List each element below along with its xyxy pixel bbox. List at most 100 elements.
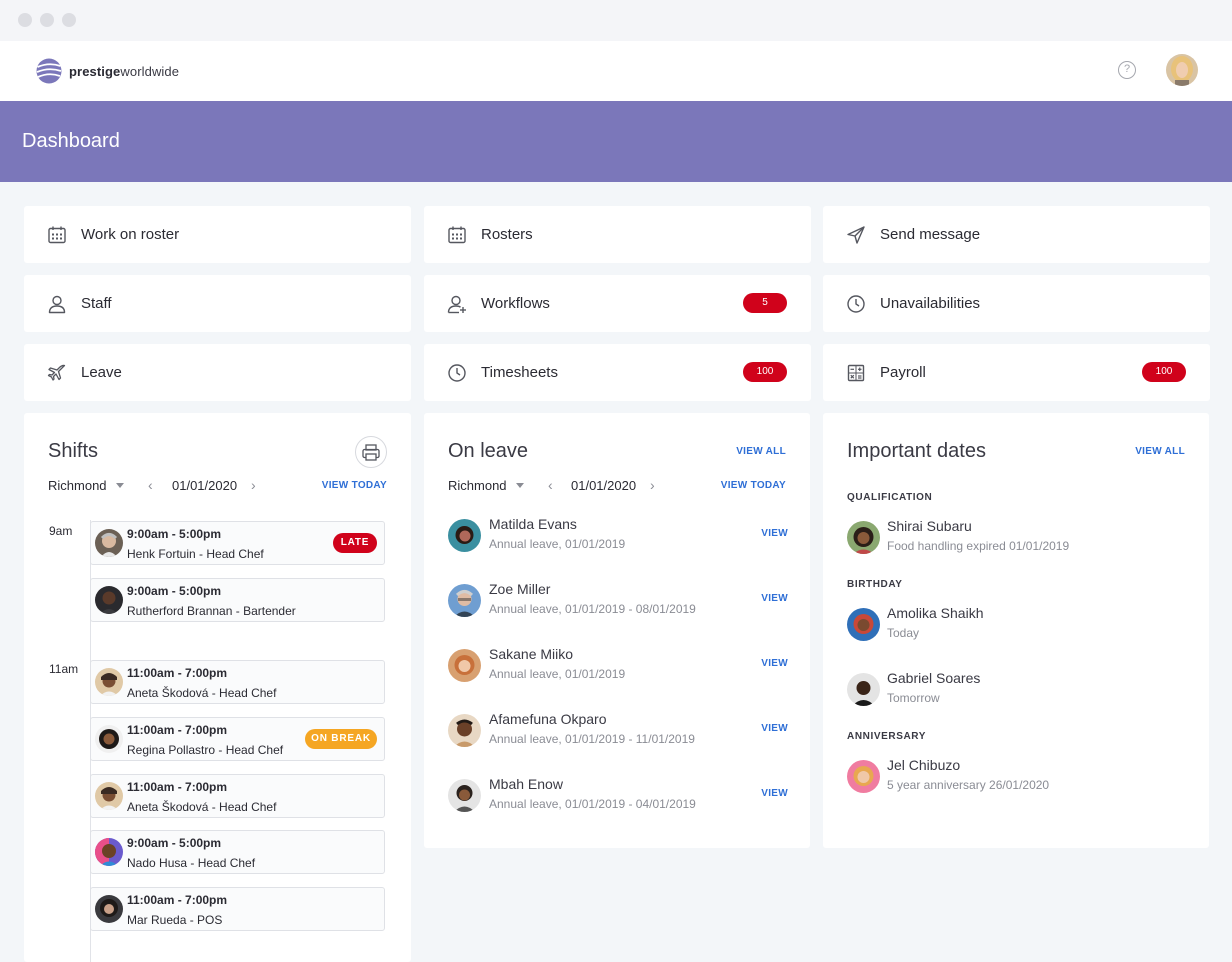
tile-unavailabilities[interactable]: Unavailabilities xyxy=(823,275,1210,332)
shift-card[interactable]: 9:00am - 5:00pm Rutherford Brannan - Bar… xyxy=(90,578,385,622)
avatar xyxy=(448,584,481,617)
list-item[interactable]: Amolika Shaikh Today xyxy=(847,605,1187,645)
employee-name: Afamefuna Okparo xyxy=(489,711,607,727)
tile-send-message[interactable]: Send message xyxy=(823,206,1210,263)
event-detail: Food handling expired 01/01/2019 xyxy=(887,539,1070,553)
leave-detail: Annual leave, 01/01/2019 - 04/01/2019 xyxy=(489,797,696,811)
brand-logo[interactable]: prestigeworldwide xyxy=(36,57,179,85)
person-name: Gabriel Soares xyxy=(887,670,981,686)
avatar xyxy=(847,608,880,641)
shift-employee: Nado Husa - Head Chef xyxy=(127,856,256,870)
tile-label: Rosters xyxy=(481,226,533,243)
location-select[interactable]: Richmond xyxy=(48,478,124,493)
shift-employee: Mar Rueda - POS xyxy=(127,913,223,927)
tile-label: Leave xyxy=(81,364,122,381)
tile-label: Work on roster xyxy=(81,226,180,243)
shift-card[interactable]: 11:00am - 7:00pm Mar Rueda - POS xyxy=(90,887,385,931)
view-link[interactable]: VIEW xyxy=(761,593,788,604)
shift-card[interactable]: 11:00am - 7:00pm Aneta Škodová - Head Ch… xyxy=(90,774,385,818)
on-leave-date: 01/01/2020 xyxy=(571,478,637,493)
shift-time: 9:00am - 5:00pm xyxy=(127,584,222,598)
notification-badge: 100 xyxy=(1142,362,1186,382)
shift-card[interactable]: 9:00am - 5:00pm Henk Fortuin - Head Chef… xyxy=(90,521,385,565)
shift-card[interactable]: 11:00am - 7:00pm Aneta Škodová - Head Ch… xyxy=(90,660,385,704)
category-heading: QUALIFICATION xyxy=(847,492,933,503)
view-today-link[interactable]: VIEW TODAY xyxy=(721,480,786,491)
tile-payroll[interactable]: Payroll 100 xyxy=(823,344,1210,401)
prev-date-button[interactable]: ‹ xyxy=(148,477,153,493)
list-item[interactable]: Shirai Subaru Food handling expired 01/0… xyxy=(847,518,1187,558)
event-detail: 5 year anniversary 26/01/2020 xyxy=(887,778,1050,792)
avatar xyxy=(95,725,123,753)
avatar xyxy=(448,779,481,812)
shift-employee: Aneta Škodová - Head Chef xyxy=(127,686,277,700)
tile-staff[interactable]: Staff xyxy=(24,275,411,332)
shift-time: 11:00am - 7:00pm xyxy=(127,723,228,737)
shift-employee: Regina Pollastro - Head Chef xyxy=(127,743,284,757)
print-button[interactable] xyxy=(355,436,387,468)
shift-time: 11:00am - 7:00pm xyxy=(127,893,228,907)
next-date-button[interactable]: › xyxy=(251,477,256,493)
window-minimize-dot[interactable] xyxy=(40,13,54,27)
view-today-link[interactable]: VIEW TODAY xyxy=(322,480,387,491)
prev-date-button[interactable]: ‹ xyxy=(548,477,553,493)
user-plus-icon xyxy=(447,294,467,314)
send-icon xyxy=(846,225,866,245)
logo-mark-icon xyxy=(36,58,62,84)
list-item: Afamefuna Okparo Annual leave, 01/01/201… xyxy=(448,711,788,751)
view-link[interactable]: VIEW xyxy=(761,658,788,669)
view-link[interactable]: VIEW xyxy=(761,723,788,734)
help-icon[interactable]: ? xyxy=(1118,61,1136,79)
shift-time: 9:00am - 5:00pm xyxy=(127,836,222,850)
avatar xyxy=(448,649,481,682)
window-close-dot[interactable] xyxy=(18,13,32,27)
user-avatar[interactable] xyxy=(1166,54,1198,86)
page-header: Dashboard xyxy=(0,101,1232,182)
shifts-date: 01/01/2020 xyxy=(172,478,238,493)
location-select[interactable]: Richmond xyxy=(448,478,524,493)
shifts-title: Shifts xyxy=(48,440,99,462)
tile-leave[interactable]: Leave xyxy=(24,344,411,401)
avatar xyxy=(95,895,123,923)
tile-label: Unavailabilities xyxy=(880,295,981,312)
view-all-link[interactable]: VIEW ALL xyxy=(736,446,786,457)
notification-badge: 5 xyxy=(743,293,787,313)
tile-timesheets[interactable]: Timesheets 100 xyxy=(424,344,811,401)
leave-detail: Annual leave, 01/01/2019 - 11/01/2019 xyxy=(489,732,695,746)
shift-time: 9:00am - 5:00pm xyxy=(127,527,222,541)
view-link[interactable]: VIEW xyxy=(761,788,788,799)
top-navbar: prestigeworldwide xyxy=(0,41,1232,101)
next-date-button[interactable]: › xyxy=(650,477,655,493)
list-item[interactable]: Gabriel Soares Tomorrow xyxy=(847,670,1187,710)
view-link[interactable]: VIEW xyxy=(761,528,788,539)
shift-employee: Henk Fortuin - Head Chef xyxy=(127,547,264,561)
shift-time: 11:00am - 7:00pm xyxy=(127,666,228,680)
important-dates-title: Important dates xyxy=(847,440,986,462)
leave-detail: Annual leave, 01/01/2019 xyxy=(489,667,626,681)
list-item: Matilda Evans Annual leave, 01/01/2019 V… xyxy=(448,516,788,556)
notification-badge: 100 xyxy=(743,362,787,382)
employee-name: Zoe Miller xyxy=(489,581,551,597)
list-item[interactable]: Jel Chibuzo 5 year anniversary 26/01/202… xyxy=(847,757,1187,797)
person-name: Amolika Shaikh xyxy=(887,605,984,621)
list-item: Zoe Miller Annual leave, 01/01/2019 - 08… xyxy=(448,581,788,621)
window-maximize-dot[interactable] xyxy=(62,13,76,27)
time-label-9am: 9am xyxy=(49,524,73,538)
avatar xyxy=(847,760,880,793)
shift-employee: Aneta Škodová - Head Chef xyxy=(127,800,277,814)
view-all-link[interactable]: VIEW ALL xyxy=(1135,446,1185,457)
tile-rosters[interactable]: Rosters xyxy=(424,206,811,263)
avatar xyxy=(95,782,123,810)
time-label-11am: 11am xyxy=(49,662,79,676)
tile-work-on-roster[interactable]: Work on roster xyxy=(24,206,411,263)
list-item: Sakane Miiko Annual leave, 01/01/2019 VI… xyxy=(448,646,788,686)
tile-workflows[interactable]: Workflows 5 xyxy=(424,275,811,332)
employee-name: Matilda Evans xyxy=(489,516,577,532)
avatar xyxy=(847,521,880,554)
shift-card[interactable]: 9:00am - 5:00pm Nado Husa - Head Chef xyxy=(90,830,385,874)
leave-detail: Annual leave, 01/01/2019 xyxy=(489,537,626,551)
tile-label: Staff xyxy=(81,295,112,312)
calculator-icon xyxy=(846,363,866,383)
shift-card[interactable]: 11:00am - 7:00pm Regina Pollastro - Head… xyxy=(90,717,385,761)
list-item: Mbah Enow Annual leave, 01/01/2019 - 04/… xyxy=(448,776,788,816)
